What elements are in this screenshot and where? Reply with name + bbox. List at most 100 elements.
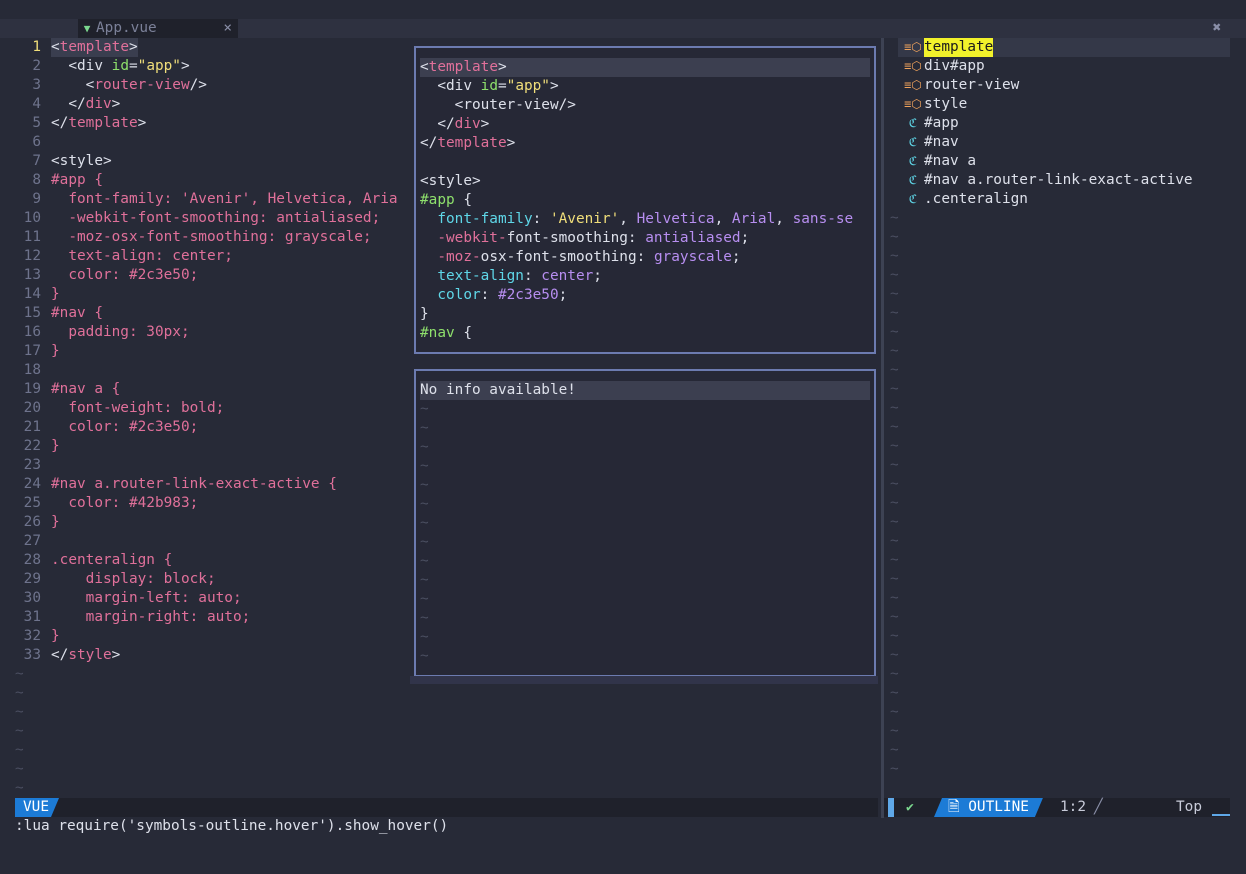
preview-line: #nav {	[420, 324, 472, 343]
float-shadow	[410, 676, 878, 684]
vue-icon: ▼	[83, 22, 91, 35]
code-token: -webkit-font-smoothing: antialiased;	[51, 210, 381, 226]
code-token: Helvetica	[636, 211, 715, 227]
code-token: </	[51, 115, 69, 131]
line-number: 17	[23, 343, 41, 359]
empty-line-marker: ~	[890, 267, 899, 283]
empty-line-marker: ~	[420, 401, 429, 417]
code-token: <style>	[51, 153, 112, 169]
hover-info-window: No info available! ~ ~ ~ ~ ~ ~ ~ ~ ~ ~ ~ ~ ~ ~	[414, 369, 876, 677]
document-icon: 🗎	[948, 799, 960, 815]
preview-line: -webkit-font-smoothing: antialiased;	[420, 229, 749, 248]
code-token: margin-left: auto;	[51, 590, 242, 606]
code-token: />	[189, 77, 207, 93]
code-token: div	[77, 58, 112, 74]
code-token: <	[51, 39, 60, 55]
code-text: </template>	[51, 114, 146, 133]
code-text: #app {	[51, 171, 103, 190]
line-number: 31	[23, 609, 41, 625]
code-token: >	[137, 115, 147, 131]
outline-item[interactable]: ℭ #nav a	[898, 152, 1230, 171]
empty-line-marker: ~	[15, 666, 24, 682]
code-text: color: #2c3e50;	[51, 418, 198, 437]
empty-line-marker: ~	[420, 553, 429, 569]
empty-line-marker: ~	[420, 591, 429, 607]
outline-item[interactable]: ℭ #app	[898, 114, 1230, 133]
line-number: 4	[32, 96, 41, 112]
empty-line-marker: ~	[15, 704, 24, 720]
tab-app-vue[interactable]: ▼ App.vue ×	[78, 19, 238, 38]
outline-item[interactable]: ℭ .centeralign	[898, 190, 1230, 209]
code-text: }	[51, 285, 60, 304]
empty-line-marker: ~	[890, 590, 899, 606]
preview-line: <router-view/>	[420, 96, 576, 115]
empty-line-marker: ~	[420, 610, 429, 626]
code-token: :	[532, 211, 550, 227]
tag-icon: ≡⬡	[904, 40, 922, 54]
empty-line-marker: ~	[890, 286, 899, 302]
code-token: grayscale	[653, 249, 732, 265]
line-number: 23	[23, 457, 41, 473]
outline-item[interactable]: ≡⬡ template	[898, 38, 1230, 57]
close-all-icon[interactable]: ✖	[1207, 19, 1227, 38]
empty-line-marker: ~	[420, 477, 429, 493]
window-separator[interactable]	[881, 38, 884, 818]
line-number: 13	[23, 267, 41, 283]
empty-line-marker: ~	[890, 362, 899, 378]
empty-line-marker: ~	[15, 780, 24, 796]
code-text: <style>	[51, 152, 112, 171]
line-number: 3	[32, 77, 41, 93]
empty-line-marker: ~	[890, 742, 899, 758]
outline-item[interactable]: ℭ #nav	[898, 133, 1230, 152]
cursor-position: 1:2	[1060, 799, 1086, 815]
code-token: text-align	[437, 268, 524, 284]
outline-item[interactable]: ℭ #nav a.router-link-exact-active	[898, 171, 1230, 190]
code-token: :	[480, 287, 498, 303]
symbols-outline-pane[interactable]: ≡⬡ template ≡⬡ div#app ≡⬡ router-view ≡⬡ style ℭ…	[890, 38, 1230, 798]
code-token: ;	[740, 230, 750, 246]
line-number: 11	[23, 229, 41, 245]
command-line[interactable]: :lua require('symbols-outline.hover').sh…	[15, 817, 448, 836]
status-accent-bar	[888, 798, 894, 817]
empty-line-marker: ~	[890, 533, 899, 549]
empty-line-marker: ~	[420, 458, 429, 474]
code-token: font-weight: bold;	[51, 400, 225, 416]
line-number: 12	[23, 248, 41, 264]
preview-line: <div id="app">	[420, 77, 558, 96]
empty-line-marker: ~	[890, 438, 899, 454]
tab-close-icon[interactable]: ×	[223, 19, 232, 38]
empty-line-marker: ~	[890, 343, 899, 359]
code-token: -webkit-	[437, 230, 507, 246]
outline-item[interactable]: ≡⬡ div#app	[898, 57, 1230, 76]
code-text: <template>	[51, 38, 138, 57]
code-text: <router-view/>	[51, 76, 207, 95]
empty-line-marker: ~	[890, 324, 899, 340]
code-text: }	[51, 513, 60, 532]
code-token: }	[51, 628, 60, 644]
preview-line: -moz-osx-font-smoothing: grayscale;	[420, 248, 740, 267]
code-text: }	[51, 627, 60, 646]
outline-item[interactable]: ≡⬡ router-view	[898, 76, 1230, 95]
line-number: 20	[23, 400, 41, 416]
preview-line: color: #2c3e50;	[420, 286, 567, 305]
line-number: 26	[23, 514, 41, 530]
outline-item-label: style	[924, 96, 968, 112]
line-number: 14	[23, 286, 41, 302]
preview-line: <style>	[420, 172, 481, 191]
preview-line: font-family: 'Avenir', Helvetica, Arial,…	[420, 210, 853, 229]
code-token: }	[51, 438, 60, 454]
empty-line-marker: ~	[890, 305, 899, 321]
code-text: color: #42b983;	[51, 494, 198, 513]
outline-item[interactable]: ≡⬡ style	[898, 95, 1230, 114]
code-token: #nav a.router-link-exact-active {	[51, 476, 337, 492]
code-token: <div	[420, 78, 481, 94]
check-icon: ✔	[906, 800, 914, 815]
code-token: font-family	[437, 211, 533, 227]
selector-icon: ℭ	[908, 192, 918, 206]
code-token: #app	[420, 192, 455, 208]
code-token: #nav a {	[51, 381, 121, 397]
preview-line: <template>	[420, 58, 870, 77]
code-token: >	[480, 116, 490, 132]
empty-line-marker: ~	[15, 761, 24, 777]
code-token: id	[480, 78, 498, 94]
